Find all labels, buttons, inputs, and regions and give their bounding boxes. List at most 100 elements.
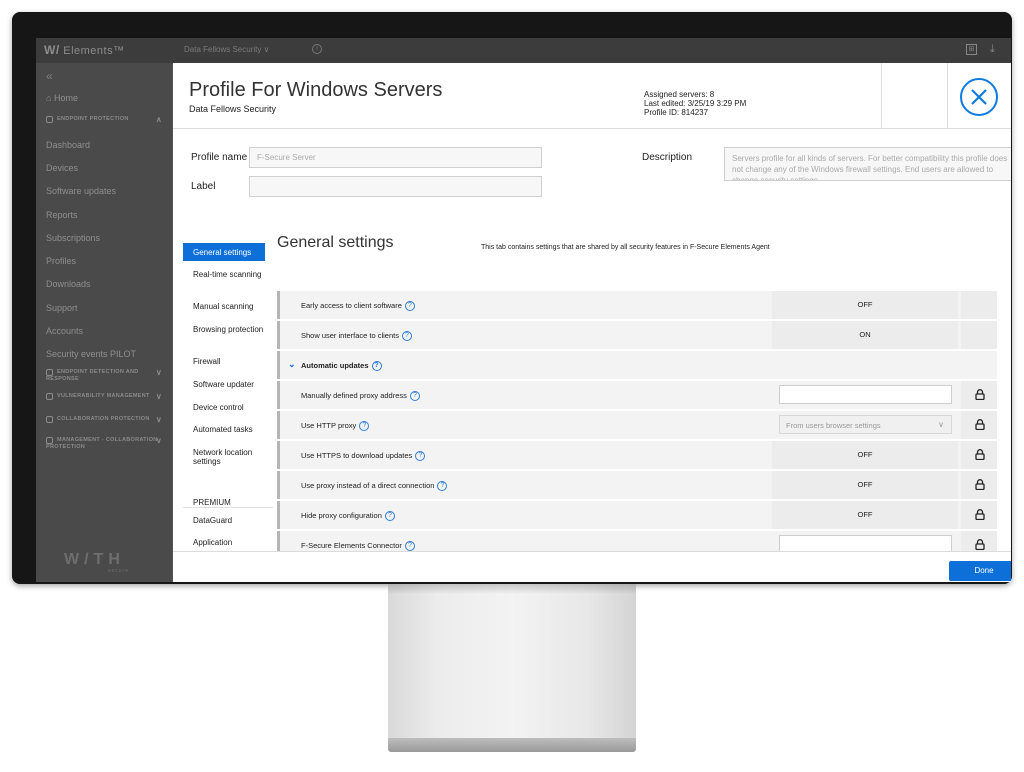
home-icon: ⌂ xyxy=(46,93,52,103)
tab-general-settings[interactable]: General settings xyxy=(183,243,265,261)
help-icon[interactable]: ? xyxy=(371,361,382,372)
lock-cell[interactable] xyxy=(961,411,997,439)
proxy-address-input[interactable] xyxy=(779,385,952,404)
tab-real-time-scanning[interactable]: Real-time scanning xyxy=(183,270,265,279)
setting-label: Show user interface to clients? xyxy=(301,331,412,342)
http-proxy-select[interactable]: From users browser settings ∨ xyxy=(779,415,952,434)
tab-browsing-protection[interactable]: Browsing protection xyxy=(183,325,265,334)
tab-firewall[interactable]: Firewall xyxy=(183,357,265,366)
tab-device-control[interactable]: Device control xyxy=(183,403,265,412)
help-icon[interactable]: ? xyxy=(404,541,415,552)
tabs-separator xyxy=(183,507,273,508)
chevron-down-icon[interactable]: ⌄ xyxy=(288,359,296,370)
sidebar-item-support[interactable]: Support xyxy=(46,303,78,313)
lock-cell xyxy=(961,321,997,349)
setting-row: Use HTTPS to download updates? OFF xyxy=(277,441,997,469)
sidebar-item-security-events[interactable]: Security events PILOT xyxy=(46,349,136,359)
sidebar-group-management-collab[interactable]: MANAGEMENT - COLLABORATION PROTECTION ∨ xyxy=(46,437,166,451)
setting-value-toggle[interactable]: OFF xyxy=(772,471,958,499)
sidebar-item-home[interactable]: ⌂ Home xyxy=(46,93,78,103)
settings-list: Early access to client software? OFF Sho… xyxy=(277,265,997,568)
setting-group-row[interactable]: ⌄ Automatic updates? xyxy=(277,351,997,379)
section-description: This tab contains settings that are shar… xyxy=(481,244,770,251)
collapse-sidebar-icon[interactable]: « xyxy=(46,69,53,83)
sidebar-group-collaboration[interactable]: COLLABORATION PROTECTION ∨ xyxy=(46,416,166,424)
profile-modal: Profile For Windows Servers Data Fellows… xyxy=(173,63,1011,582)
sidebar-item-label: Home xyxy=(53,93,78,103)
description-label: Description xyxy=(642,152,693,163)
setting-row: Use HTTP proxy? From users browser setti… xyxy=(277,411,997,439)
modal-header: Profile For Windows Servers Data Fellows… xyxy=(173,63,1011,129)
sidebar: « ⌂ Home ENDPOINT PROTECTION ∧ Dashboard … xyxy=(36,63,172,582)
chevron-down-icon: ∨ xyxy=(938,420,944,429)
cloud-icon xyxy=(46,416,53,423)
shield-icon xyxy=(46,116,53,123)
lock-cell[interactable] xyxy=(961,471,997,499)
lock-icon xyxy=(975,509,985,520)
brand-logo: W/ Elements™ xyxy=(44,43,125,57)
download-icon[interactable]: ⤓ xyxy=(990,43,995,56)
label-input[interactable] xyxy=(249,176,542,197)
top-bar: W/ Elements™ Data Fellows Security ∨ i ⊞… xyxy=(36,38,1011,63)
setting-value-toggle[interactable]: OFF xyxy=(772,291,958,319)
sidebar-item-devices[interactable]: Devices xyxy=(46,163,78,173)
tab-application[interactable]: Application xyxy=(183,538,265,547)
done-button[interactable]: Done xyxy=(949,561,1011,581)
setting-row: Hide proxy configuration? OFF xyxy=(277,501,997,529)
lock-cell[interactable] xyxy=(961,381,997,409)
setting-row: Show user interface to clients? ON xyxy=(277,321,997,349)
chevron-up-icon: ∧ xyxy=(155,115,162,124)
help-icon[interactable]: ? xyxy=(401,331,412,342)
sidebar-item-dashboard[interactable]: Dashboard xyxy=(46,140,90,150)
tab-network-location[interactable]: Network location settings xyxy=(183,448,265,466)
close-icon xyxy=(971,89,987,105)
sidebar-item-accounts[interactable]: Accounts xyxy=(46,326,83,336)
grid-icon[interactable]: ⊞ xyxy=(966,44,977,55)
help-icon[interactable]: ? xyxy=(409,391,420,402)
sidebar-group-vulnerability[interactable]: VULNERABILITY MANAGEMENT ∨ xyxy=(46,393,166,401)
withsecure-logo-sub: secure xyxy=(108,568,130,574)
bug-icon xyxy=(46,393,53,400)
profile-name-label: Profile name xyxy=(191,152,248,163)
sidebar-item-downloads[interactable]: Downloads xyxy=(46,279,91,289)
setting-label: F-Secure Elements Connector? xyxy=(301,541,415,552)
header-divider xyxy=(881,63,882,129)
profile-meta: Assigned servers: 8 Last edited: 3/25/19… xyxy=(644,90,746,117)
profile-name-input[interactable]: F-Secure Server xyxy=(249,147,542,168)
brand-name: Elements™ xyxy=(63,45,125,57)
tab-dataguard[interactable]: DataGuard xyxy=(183,516,265,525)
organization-selector[interactable]: Data Fellows Security ∨ xyxy=(184,45,269,54)
tab-software-updater[interactable]: Software updater xyxy=(183,380,265,389)
lock-icon xyxy=(975,479,985,490)
info-icon[interactable]: i xyxy=(312,44,322,54)
close-button[interactable] xyxy=(960,78,998,116)
sidebar-item-subscriptions[interactable]: Subscriptions xyxy=(46,233,100,243)
setting-row: Manually defined proxy address? xyxy=(277,381,997,409)
gear-icon xyxy=(46,437,53,444)
sidebar-item-reports[interactable]: Reports xyxy=(46,210,78,220)
lock-cell[interactable] xyxy=(961,441,997,469)
profile-id: Profile ID: 814237 xyxy=(644,108,709,117)
monitor-stand-base xyxy=(388,738,636,752)
sidebar-item-profiles[interactable]: Profiles xyxy=(46,256,76,266)
setting-value-toggle[interactable]: ON xyxy=(772,321,958,349)
setting-value-toggle[interactable]: OFF xyxy=(772,441,958,469)
description-textarea[interactable]: Servers profile for all kinds of servers… xyxy=(724,147,1011,181)
tab-manual-scanning[interactable]: Manual scanning xyxy=(183,302,265,311)
help-icon[interactable]: ? xyxy=(384,511,395,522)
setting-row: Use proxy instead of a direct connection… xyxy=(277,471,997,499)
premium-label: PREMIUM xyxy=(193,498,231,507)
help-icon[interactable]: ? xyxy=(437,481,448,492)
help-icon[interactable]: ? xyxy=(415,451,426,462)
help-icon[interactable]: ? xyxy=(359,421,370,432)
lock-cell xyxy=(961,291,997,319)
help-icon[interactable]: ? xyxy=(404,301,415,312)
brand-mark: W/ xyxy=(44,43,60,57)
setting-value-toggle[interactable]: OFF xyxy=(772,501,958,529)
sidebar-group-endpoint-protection[interactable]: ENDPOINT PROTECTION ∧ xyxy=(46,115,166,124)
sidebar-item-software-updates[interactable]: Software updates xyxy=(46,186,116,196)
lock-cell[interactable] xyxy=(961,501,997,529)
tab-automated-tasks[interactable]: Automated tasks xyxy=(183,425,265,434)
page-subtitle: Data Fellows Security xyxy=(189,104,277,114)
sidebar-group-edr[interactable]: ENDPOINT DETECTION AND RESPONSE ∨ xyxy=(46,369,166,383)
